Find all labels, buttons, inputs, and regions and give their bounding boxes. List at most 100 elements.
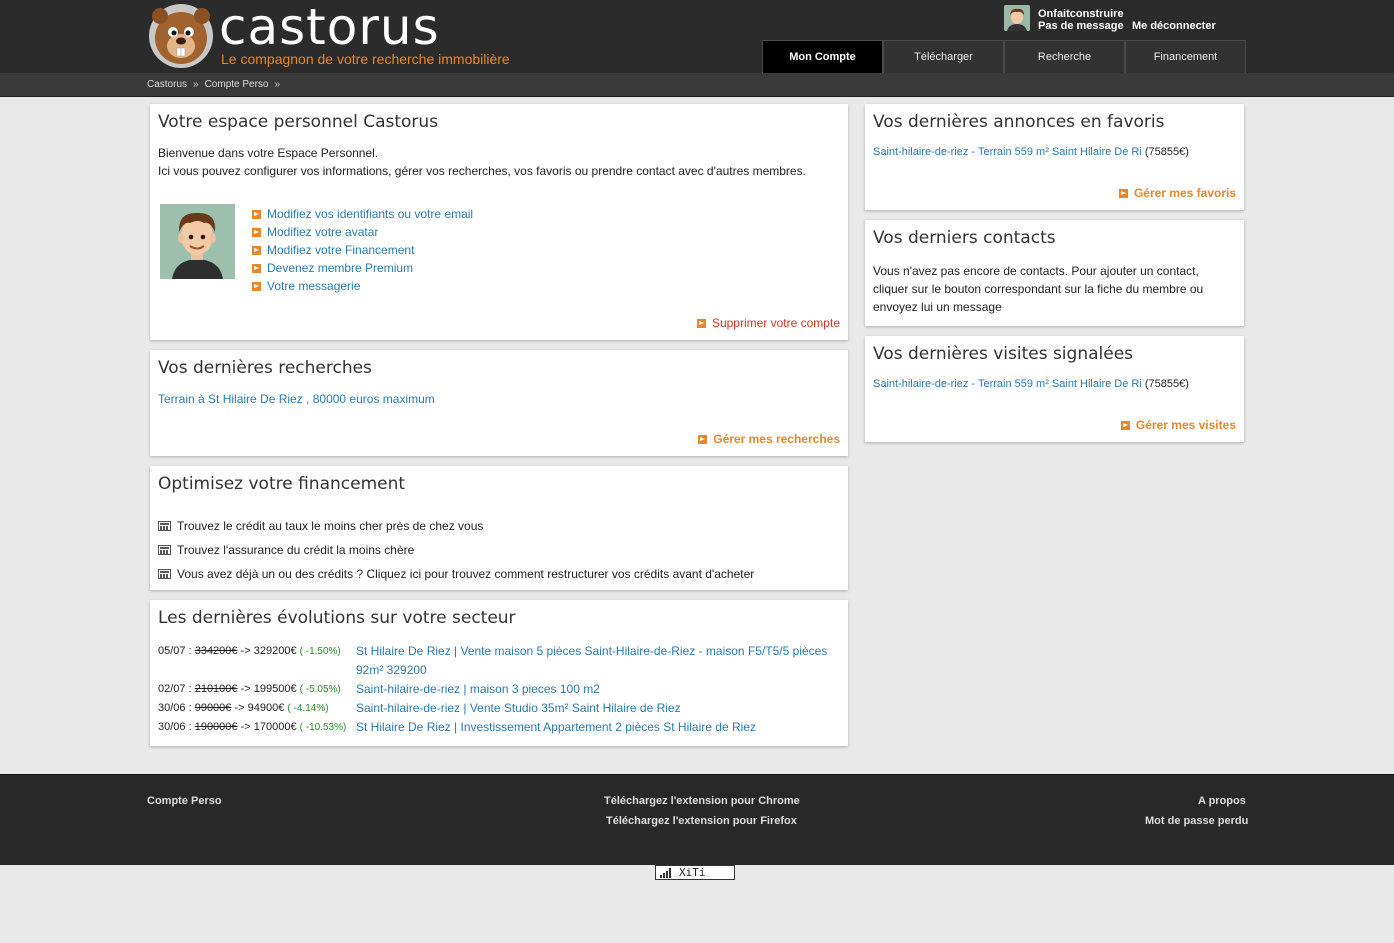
manage-visites-label[interactable]: Gérer mes visites (1136, 418, 1236, 432)
link-financement-label[interactable]: Modifiez votre Financement (267, 241, 414, 259)
delete-account-link[interactable]: Supprimer votre compte (696, 316, 840, 330)
message-status-link[interactable]: Pas de message (1038, 20, 1124, 32)
arrow-right-icon (1120, 420, 1130, 430)
evo-date: 30/06 : (158, 702, 192, 714)
footer-compte-perso[interactable]: Compte Perso (147, 795, 222, 807)
xiti-badge[interactable]: XiTi (655, 865, 735, 880)
evo-old-price: 99000€ (194, 702, 232, 714)
espace-intro-line2: Ici vous pouvez configurer vos informati… (158, 164, 806, 178)
calculator-icon (158, 545, 171, 555)
favoris-panel: Vos dernières annonces en favoris Saint-… (865, 104, 1244, 210)
financement-item-label[interactable]: Trouvez le crédit au taux le moins cher … (177, 514, 483, 538)
visites-panel: Vos dernières visites signalées Saint-hi… (865, 336, 1244, 442)
link-identifiants[interactable]: Modifiez vos identifiants ou votre email (252, 205, 473, 223)
link-avatar-label[interactable]: Modifiez votre avatar (267, 223, 378, 241)
evolutions-title: Les dernières évolutions sur votre secte… (158, 608, 516, 628)
favori-item: Saint-hilaire-de-riez - Terrain 559 m² S… (873, 146, 1236, 158)
logout-link[interactable]: Me déconnecter (1132, 20, 1216, 32)
delete-account-label[interactable]: Supprimer votre compte (712, 316, 840, 330)
visite-link[interactable]: Saint-hilaire-de-riez - Terrain 559 m² S… (873, 378, 1142, 390)
tab-recherche[interactable]: Recherche (1004, 40, 1125, 73)
calculator-icon (158, 569, 171, 579)
evo-old-price: 210100€ (194, 683, 238, 695)
recherche-item[interactable]: Terrain à St Hilaire De Riez , 80000 eur… (158, 392, 840, 406)
evo-arrow: -> (240, 721, 251, 733)
evo-link[interactable]: St Hilaire De Riez | Vente maison 5 pièc… (356, 642, 840, 680)
evo-link[interactable]: Saint-hilaire-de-riez | maison 3 pieces … (356, 680, 600, 699)
evo-percent: ( -1.50%) (299, 646, 341, 657)
financement-title: Optimisez votre financement (158, 474, 406, 494)
favori-price: (75855€) (1144, 146, 1189, 158)
evo-new-price: 170000€ (253, 721, 297, 733)
financement-item-restructurer[interactable]: Vous avez déjà un ou des crédits ? Cliqu… (158, 562, 840, 586)
evo-new-price: 329200€ (253, 645, 297, 657)
breadcrumb-separator: » (193, 79, 199, 90)
financement-item-credit[interactable]: Trouvez le crédit au taux le moins cher … (158, 514, 840, 538)
financement-item-label[interactable]: Trouvez l'assurance du crédit la moins c… (177, 538, 414, 562)
espace-panel: Votre espace personnel Castorus Bienvenu… (150, 104, 848, 340)
tab-telecharger[interactable]: Télécharger (883, 40, 1004, 73)
manage-favoris-label[interactable]: Gérer mes favoris (1134, 186, 1236, 200)
evo-date: 02/07 : (158, 683, 192, 695)
tagline: Le compagnon de votre recherche immobili… (221, 51, 510, 67)
evolutions-list: 05/07 : 334200€ -> 329200€ ( -1.50%) St … (158, 642, 840, 737)
recherches-title: Vos dernières recherches (158, 358, 372, 378)
footer-chrome-extension[interactable]: Téléchargez l'extension pour Chrome (604, 795, 800, 807)
visites-title: Vos dernières visites signalées (873, 344, 1134, 364)
financement-item-assurance[interactable]: Trouvez l'assurance du crédit la moins c… (158, 538, 840, 562)
castorus-logo[interactable]: castorus Le compagnon de votre recherche… (147, 0, 567, 70)
link-financement[interactable]: Modifiez votre Financement (252, 241, 473, 259)
arrow-right-icon (696, 318, 706, 328)
visite-item: Saint-hilaire-de-riez - Terrain 559 m² S… (873, 378, 1236, 390)
manage-recherches-label[interactable]: Gérer mes recherches (713, 432, 840, 446)
evo-date: 30/06 : (158, 721, 192, 733)
evo-old-price: 334200€ (194, 645, 238, 657)
breadcrumb-castorus[interactable]: Castorus (147, 79, 187, 90)
link-premium-label[interactable]: Devenez membre Premium (267, 259, 413, 277)
financement-list: Trouvez le crédit au taux le moins cher … (158, 514, 840, 586)
footer-password-lost[interactable]: Mot de passe perdu (1145, 815, 1248, 827)
breadcrumb-compte-perso[interactable]: Compte Perso (205, 79, 269, 90)
tab-mon-compte[interactable]: Mon Compte (762, 40, 883, 73)
evolution-row: 30/06 : 190000€ -> 170000€ ( -10.53%) St… (158, 718, 840, 737)
evo-link[interactable]: Saint-hilaire-de-riez | Vente Studio 35m… (356, 699, 681, 718)
arrow-right-icon (698, 434, 708, 444)
evo-percent: ( -5.05%) (299, 684, 341, 695)
user-avatar-icon (1004, 5, 1030, 31)
footer-firefox-extension[interactable]: Téléchargez l'extension pour Firefox (606, 815, 797, 827)
evo-percent: ( -4.14%) (287, 703, 329, 714)
manage-visites-link[interactable]: Gérer mes visites (1120, 418, 1236, 432)
evolutions-panel: Les dernières évolutions sur votre secte… (150, 600, 848, 746)
contacts-text: Vous n'avez pas encore de contacts. Pour… (873, 264, 1204, 314)
profile-avatar[interactable] (160, 204, 235, 279)
financement-panel: Optimisez votre financement Trouvez le c… (150, 466, 848, 590)
arrow-right-icon (252, 245, 261, 255)
link-messagerie[interactable]: Votre messagerie (252, 277, 473, 295)
link-premium[interactable]: Devenez membre Premium (252, 259, 473, 277)
arrow-right-icon (252, 263, 261, 273)
espace-links: Modifiez vos identifiants ou votre email… (252, 205, 473, 295)
arrow-right-icon (1118, 188, 1128, 198)
recherches-panel: Vos dernières recherches Terrain à St Hi… (150, 350, 848, 456)
breadcrumb-separator: » (274, 79, 281, 90)
evo-link[interactable]: St Hilaire De Riez | Investissement Appa… (356, 718, 756, 737)
manage-recherches-link[interactable]: Gérer mes recherches (698, 432, 840, 446)
user-name[interactable]: Onfaitconstruire (1038, 8, 1124, 20)
link-messagerie-label[interactable]: Votre messagerie (267, 277, 360, 295)
evo-percent: ( -10.53%) (299, 722, 347, 733)
favori-link[interactable]: Saint-hilaire-de-riez - Terrain 559 m² S… (873, 146, 1142, 158)
calculator-icon (158, 521, 171, 531)
arrow-right-icon (252, 281, 261, 291)
user-avatar[interactable] (1004, 5, 1030, 31)
link-identifiants-label[interactable]: Modifiez vos identifiants ou votre email (267, 205, 473, 223)
link-avatar[interactable]: Modifiez votre avatar (252, 223, 473, 241)
financement-item-label[interactable]: Vous avez déjà un ou des crédits ? Cliqu… (177, 562, 754, 586)
evo-new-price: 199500€ (253, 683, 297, 695)
contacts-panel: Vos derniers contacts Vous n'avez pas en… (865, 220, 1244, 326)
xiti-label: XiTi (679, 866, 706, 879)
arrow-right-icon (252, 227, 261, 237)
manage-favoris-link[interactable]: Gérer mes favoris (1118, 186, 1236, 200)
breadcrumb-bar: Castorus » Compte Perso » (0, 73, 1394, 97)
footer-apropos[interactable]: A propos (1198, 795, 1246, 807)
tab-financement[interactable]: Financement (1125, 40, 1246, 73)
